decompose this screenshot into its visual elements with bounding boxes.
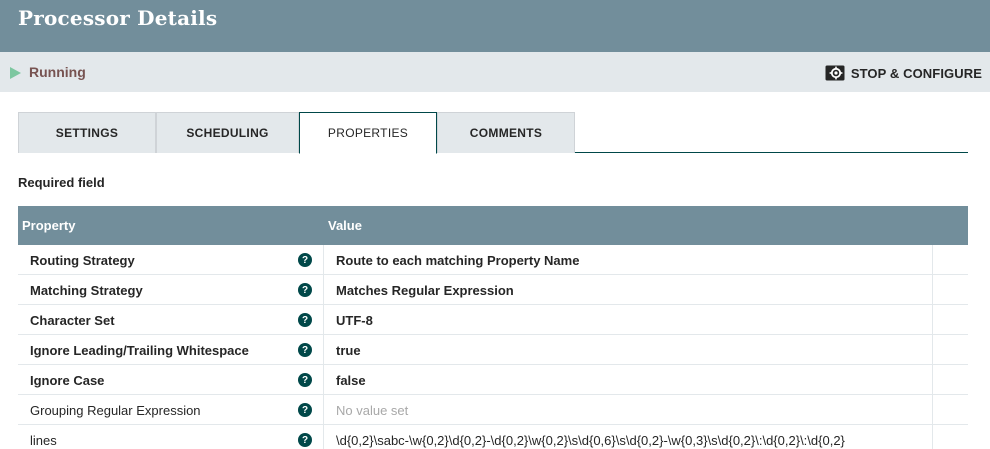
property-value[interactable]: false <box>336 373 932 388</box>
play-icon <box>10 67 21 79</box>
table-row[interactable]: Character Set ? UTF-8 <box>18 305 968 335</box>
status-bar: Running STOP & CONFIGURE <box>0 52 990 92</box>
table-row[interactable]: Grouping Regular Expression ? No value s… <box>18 395 968 425</box>
stop-configure-icon <box>825 65 845 81</box>
tab-comments[interactable]: COMMENTS <box>437 112 575 153</box>
property-value-placeholder[interactable]: No value set <box>336 403 932 418</box>
help-icon[interactable]: ? <box>298 403 312 417</box>
value-cell[interactable]: No value set <box>323 395 933 425</box>
stop-and-configure-label: STOP & CONFIGURE <box>850 65 982 81</box>
run-status-text: Running <box>29 64 86 80</box>
table-row[interactable]: Routing Strategy ? Route to each matchin… <box>18 245 968 275</box>
property-name: Matching Strategy <box>30 283 143 298</box>
value-cell[interactable]: \d{0,2}\sabc-\w{0,2}\d{0,2}-\d{0,2}\w{0,… <box>323 425 933 449</box>
properties-table: Property Value Routing Strategy ? Route … <box>18 206 968 449</box>
help-icon[interactable]: ? <box>298 373 312 387</box>
property-value[interactable]: Matches Regular Expression <box>336 283 932 298</box>
property-name: Character Set <box>30 313 115 328</box>
tab-bar: SETTINGS SCHEDULING PROPERTIES COMMENTS <box>18 112 968 154</box>
stop-and-configure-button[interactable]: STOP & CONFIGURE <box>825 64 982 82</box>
property-name: Grouping Regular Expression <box>30 403 201 418</box>
property-value[interactable]: true <box>336 343 932 358</box>
property-value[interactable]: UTF-8 <box>336 313 932 328</box>
table-row[interactable]: Ignore Case ? false <box>18 365 968 395</box>
value-cell[interactable]: false <box>323 365 933 395</box>
property-name: Ignore Leading/Trailing Whitespace <box>30 343 249 358</box>
dialog-title: Processor Details <box>18 6 218 30</box>
property-value[interactable]: Route to each matching Property Name <box>336 253 932 268</box>
table-row[interactable]: Matching Strategy ? Matches Regular Expr… <box>18 275 968 305</box>
value-cell[interactable]: UTF-8 <box>323 305 933 335</box>
table-header: Property Value <box>18 206 968 245</box>
help-icon[interactable]: ? <box>298 253 312 267</box>
table-row[interactable]: Ignore Leading/Trailing Whitespace ? tru… <box>18 335 968 365</box>
tab-scheduling[interactable]: SCHEDULING <box>156 112 299 153</box>
help-icon[interactable]: ? <box>298 433 312 447</box>
table-row[interactable]: lines ? \d{0,2}\sabc-\w{0,2}\d{0,2}-\d{0… <box>18 425 968 449</box>
dialog-header: Processor Details <box>0 0 990 52</box>
property-name: Ignore Case <box>30 373 105 388</box>
value-cell[interactable]: true <box>323 335 933 365</box>
help-icon[interactable]: ? <box>298 343 312 357</box>
tab-properties[interactable]: PROPERTIES <box>299 112 437 154</box>
property-value[interactable]: \d{0,2}\sabc-\w{0,2}\d{0,2}-\d{0,2}\w{0,… <box>336 433 932 448</box>
required-field-label: Required field <box>18 175 105 190</box>
property-name: lines <box>30 433 57 448</box>
value-cell[interactable]: Route to each matching Property Name <box>323 245 933 275</box>
value-cell[interactable]: Matches Regular Expression <box>323 275 933 305</box>
column-header-value[interactable]: Value <box>328 218 362 233</box>
column-header-property[interactable]: Property <box>22 218 75 233</box>
help-icon[interactable]: ? <box>298 313 312 327</box>
tab-settings[interactable]: SETTINGS <box>18 112 156 153</box>
help-icon[interactable]: ? <box>298 283 312 297</box>
property-name: Routing Strategy <box>30 253 135 268</box>
